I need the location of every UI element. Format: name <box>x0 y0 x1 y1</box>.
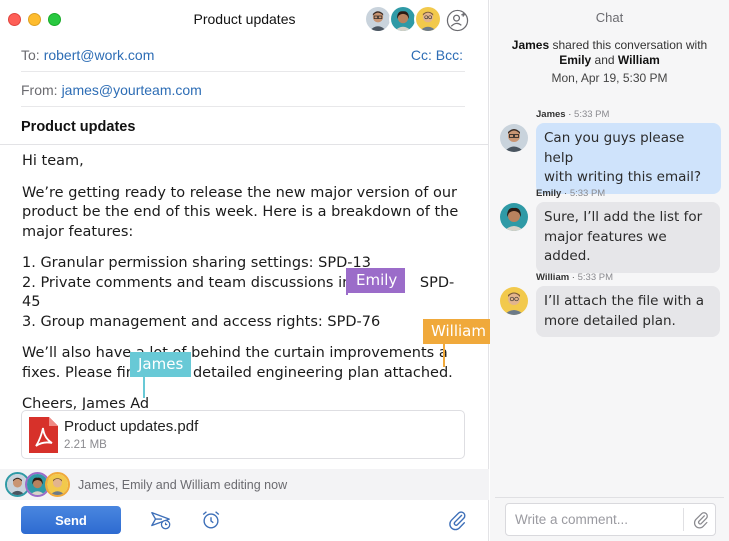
from-label: From: <box>21 82 58 98</box>
send-button[interactable]: Send <box>21 506 121 534</box>
attachment-name: Product updates.pdf <box>64 418 199 435</box>
chat-message: Sure, I’ll add the list for major feature… <box>536 202 720 273</box>
william-cursor-label: William <box>423 319 494 344</box>
schedule-send-icon[interactable] <box>150 509 172 531</box>
avatar-william[interactable] <box>414 5 442 33</box>
message-header: Emily · 5:33 PM <box>536 188 606 199</box>
share-timestamp: Mon, Apr 19, 5:30 PM <box>551 71 668 85</box>
james-cursor-label: James <box>130 352 192 377</box>
avatar-james <box>500 124 528 152</box>
chat-pane: Chat James shared this conversation with… <box>490 0 729 541</box>
body-greeting: Hi team, <box>22 153 84 169</box>
chat-message: I’ll attach the file with a more detailed… <box>536 286 720 337</box>
divider <box>495 497 724 498</box>
chat-message: Can you guys please help with writing thi… <box>536 123 721 194</box>
title-bar: Product updates <box>0 0 489 40</box>
to-label: To: <box>21 47 40 63</box>
feature-list: 1. Granular permission sharing settings:… <box>22 254 472 332</box>
chat-title: Chat <box>595 10 624 25</box>
cc-bcc-toggle[interactable]: Cc: Bcc: <box>411 38 463 72</box>
editing-status-bar: James, Emily and William editing now <box>0 469 489 500</box>
avatar-emily[interactable] <box>389 5 417 33</box>
message-header: William · 5:33 PM <box>536 272 614 283</box>
comment-input[interactable] <box>507 505 683 534</box>
to-field[interactable]: To: robert@work.com Cc: Bcc: <box>21 38 465 72</box>
avatar-william <box>500 287 528 315</box>
attach-file-icon[interactable] <box>691 510 711 530</box>
alarm-clock-icon[interactable] <box>200 509 222 531</box>
editing-avatars <box>5 472 71 498</box>
add-person-icon[interactable] <box>446 9 469 32</box>
editing-status-text: James, Emily and William editing now <box>78 478 288 492</box>
to-recipient[interactable]: robert@work.com <box>44 47 155 63</box>
share-notice: James shared this conversation with Emil… <box>511 38 708 67</box>
collaborator-avatars <box>364 5 444 35</box>
divider <box>0 144 489 145</box>
body-paragraph: We’ll also have a lot of behind the curt… <box>22 345 453 381</box>
paperclip-icon[interactable] <box>446 509 468 531</box>
subject-field[interactable]: Product updates <box>21 110 465 144</box>
from-sender[interactable]: james@yourteam.com <box>62 82 202 98</box>
compose-pane: Product updates To: robert@work.com Cc: B… <box>0 0 494 541</box>
avatar-william <box>45 472 70 497</box>
attachment-size: 2.21 MB <box>64 439 107 451</box>
avatar-james[interactable] <box>364 5 392 33</box>
comment-composer <box>505 503 716 536</box>
body-paragraph: We’re getting ready to release the new m… <box>22 184 459 240</box>
from-field[interactable]: From: james@yourteam.com <box>21 73 465 107</box>
attachment-card[interactable]: Product updates.pdf 2.21 MB <box>21 410 465 459</box>
list-item: 3. Group management and access rights: S… <box>22 313 381 330</box>
pdf-icon <box>27 416 59 454</box>
message-header: James · 5:33 PM <box>536 109 610 120</box>
avatar-emily <box>500 203 528 231</box>
divider <box>683 508 684 531</box>
emily-cursor-label: Emily <box>348 268 406 293</box>
